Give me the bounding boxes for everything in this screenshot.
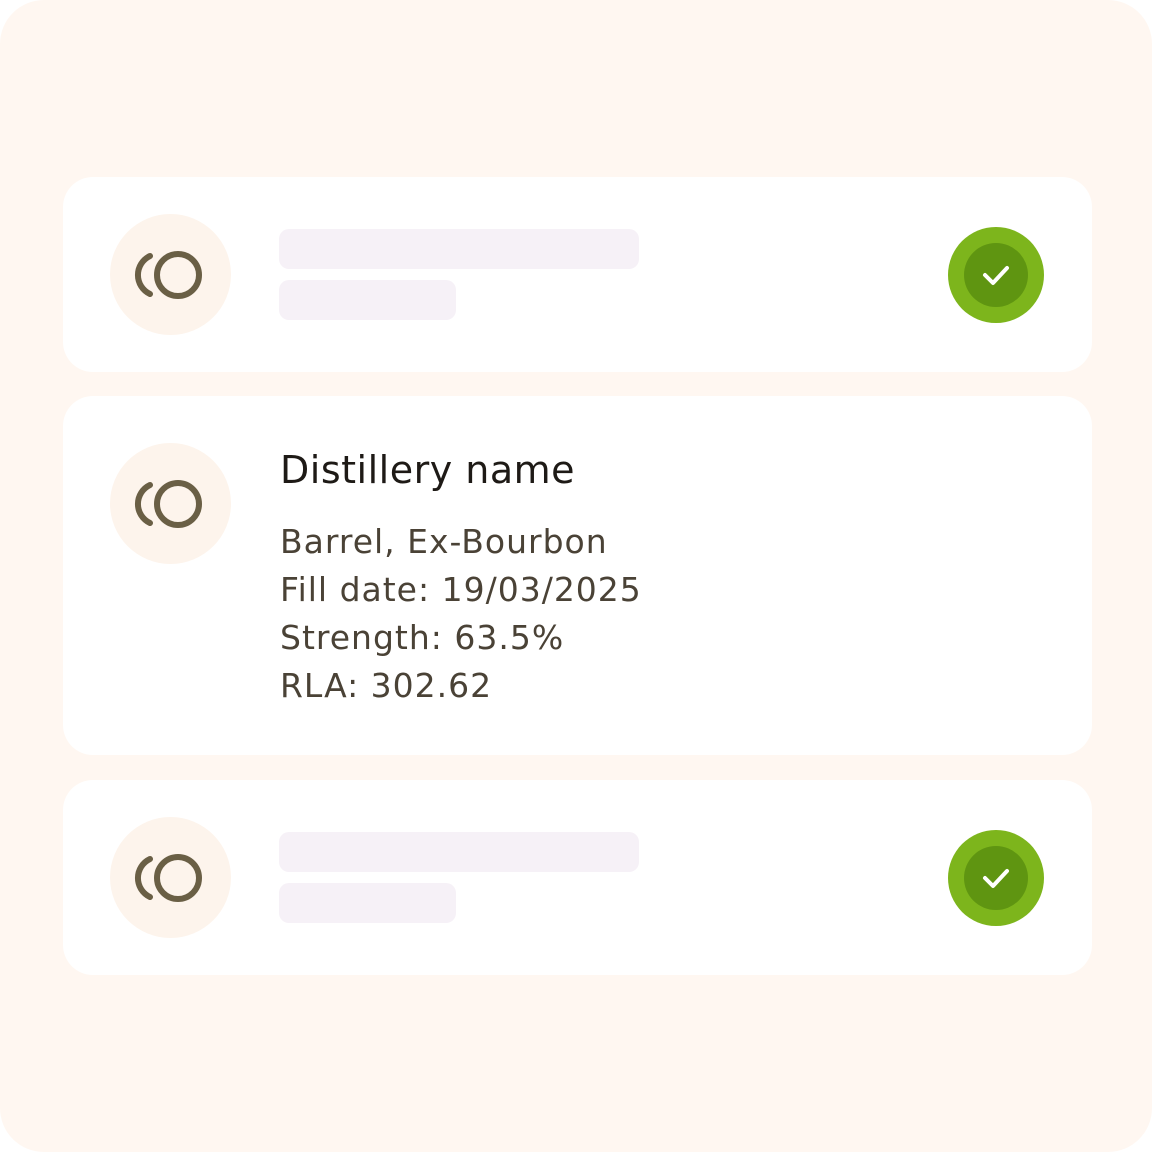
distillery-logo-icon [110,443,231,564]
fill-date: Fill date: 19/03/2025 [280,570,642,609]
skeleton-title-placeholder [279,832,639,872]
skeleton-subtitle-placeholder [279,280,456,320]
cask-card-2[interactable]: Distillery name Barrel, Ex-Bourbon Fill … [63,396,1092,755]
checkmark-icon [948,227,1044,323]
cask-card-3[interactable] [63,780,1092,975]
cask-list-panel: Distillery name Barrel, Ex-Bourbon Fill … [0,0,1152,1152]
rla-value: RLA: 302.62 [280,666,493,705]
strength: Strength: 63.5% [280,618,565,657]
cask-card-1[interactable] [63,177,1092,372]
checkmark-icon [948,830,1044,926]
distillery-name: Distillery name [280,448,576,492]
cask-type: Barrel, Ex-Bourbon [280,522,608,561]
distillery-logo-icon [110,214,231,335]
skeleton-subtitle-placeholder [279,883,456,923]
skeleton-title-placeholder [279,229,639,269]
distillery-logo-icon [110,817,231,938]
